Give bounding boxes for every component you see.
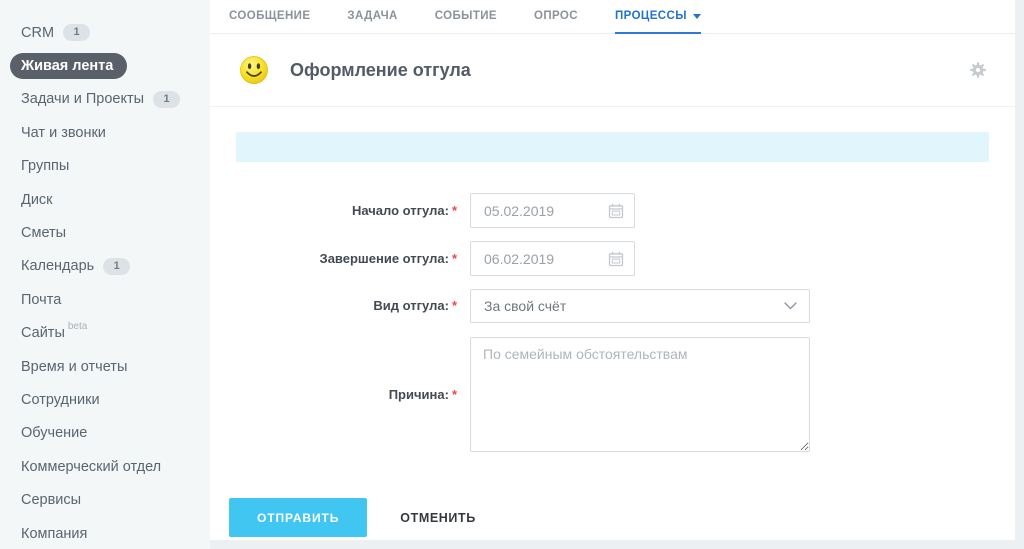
tab-poll[interactable]: ОПРОС <box>534 0 578 34</box>
field-label: Начало отгула: * <box>351 202 457 218</box>
content-card: СООБЩЕНИЕ ЗАДАЧА СОБЫТИЕ ОПРОС ПРОЦЕССЫ <box>210 0 1015 540</box>
page-title: Оформление отгула <box>290 59 471 80</box>
tab-task[interactable]: ЗАДАЧА <box>347 0 397 34</box>
sidebar-item-chat-calls[interactable]: Чат и звонки <box>0 116 210 149</box>
sidebar-item-label: Календарь <box>21 258 95 275</box>
required-marker: * <box>451 298 457 313</box>
field-row-leave-end: Завершение отгула: * <box>236 241 989 276</box>
reason-textarea[interactable] <box>470 337 810 452</box>
sidebar-item-tasks-projects[interactable]: Задачи и Проекты 1 <box>0 83 210 116</box>
leave-type-select[interactable]: За свой счёт <box>470 289 810 323</box>
calendar-icon[interactable] <box>608 203 624 219</box>
chevron-down-icon <box>692 13 701 19</box>
sidebar-item-sites[interactable]: Сайты beta <box>0 317 210 350</box>
sidebar-active-pill: Живая лента <box>10 53 128 80</box>
notice-bar <box>236 132 989 162</box>
required-marker: * <box>451 250 457 266</box>
sidebar-item-label: Сайты <box>21 325 65 342</box>
sidebar-item-employees[interactable]: Сотрудники <box>0 383 210 416</box>
sidebar-item-label: Диск <box>21 191 53 208</box>
process-header: Оформление отгула <box>210 34 1015 107</box>
beta-label: beta <box>67 320 88 332</box>
calendar-icon[interactable] <box>608 251 624 267</box>
tab-message[interactable]: СООБЩЕНИЕ <box>229 0 310 34</box>
submit-button[interactable]: ОТПРАВИТЬ <box>229 498 368 537</box>
required-marker: * <box>451 202 457 218</box>
sidebar-item-live-feed[interactable]: Живая лента <box>0 49 210 82</box>
sidebar-item-label: Сотрудники <box>21 391 100 408</box>
sidebar-item-label: Компания <box>21 525 88 542</box>
counter-badge: 1 <box>153 90 181 108</box>
sidebar-item-company[interactable]: Компания <box>0 517 210 549</box>
sidebar-item-estimates[interactable]: Сметы <box>0 216 210 249</box>
sidebar-item-disk[interactable]: Диск <box>0 183 210 216</box>
field-label: Завершение отгула: * <box>319 250 457 266</box>
counter-badge: 1 <box>103 257 131 275</box>
sidebar-item-crm[interactable]: CRM 1 <box>0 16 210 49</box>
field-row-leave-start: Начало отгула: * <box>236 193 989 228</box>
sidebar-item-groups[interactable]: Группы <box>0 150 210 183</box>
sidebar-item-mail[interactable]: Почта <box>0 283 210 316</box>
sidebar-item-label: Сметы <box>21 225 67 242</box>
sidebar-item-label: Коммерческий отдел <box>21 458 162 475</box>
form-buttons: ОТПРАВИТЬ ОТМЕНИТЬ <box>210 465 1015 537</box>
sidebar-item-label: Сервисы <box>21 492 82 509</box>
post-form-tabs: СООБЩЕНИЕ ЗАДАЧА СОБЫТИЕ ОПРОС ПРОЦЕССЫ <box>210 0 1015 34</box>
chevron-down-icon <box>784 302 797 310</box>
sidebar-item-training[interactable]: Обучение <box>0 417 210 450</box>
gear-icon[interactable] <box>969 61 987 79</box>
tab-event[interactable]: СОБЫТИЕ <box>435 0 497 34</box>
date-field <box>470 241 635 276</box>
sidebar-item-commercial-dept[interactable]: Коммерческий отдел <box>0 450 210 483</box>
sidebar-item-label: Чат и звонки <box>21 124 106 141</box>
smiley-icon <box>240 56 268 84</box>
sidebar-item-label: Группы <box>21 158 70 175</box>
sidebar: CRM 1 Живая лента Задачи и Проекты 1 Чат… <box>0 0 210 549</box>
counter-badge: 1 <box>63 24 91 42</box>
date-field <box>470 193 635 228</box>
process-form: Начало отгула:* Завершение отгула:* <box>210 132 1015 452</box>
sidebar-item-calendar[interactable]: Календарь 1 <box>0 250 210 283</box>
sidebar-item-label: CRM <box>21 24 55 41</box>
sidebar-item-label: Почта <box>21 291 62 308</box>
field-row-reason: Причина: * <box>236 337 989 452</box>
sidebar-item-services[interactable]: Сервисы <box>0 483 210 516</box>
cancel-button[interactable]: ОТМЕНИТЬ <box>400 511 476 525</box>
sidebar-item-label: Задачи и Проекты <box>21 91 145 108</box>
field-label: Причина: * <box>388 386 457 402</box>
field-label: Вид отгула: * <box>373 298 457 313</box>
tab-processes[interactable]: ПРОЦЕССЫ <box>614 0 701 34</box>
select-value: За свой счёт <box>484 298 567 314</box>
sidebar-item-label: Время и отчеты <box>21 358 128 375</box>
form-fields: Начало отгула:* Завершение отгула:* <box>236 193 989 452</box>
required-marker: * <box>451 386 457 402</box>
sidebar-item-label: Обучение <box>21 425 88 442</box>
sidebar-item-time-reports[interactable]: Время и отчеты <box>0 350 210 383</box>
field-row-leave-type: Вид отгула: * За свой счёт <box>236 289 989 323</box>
